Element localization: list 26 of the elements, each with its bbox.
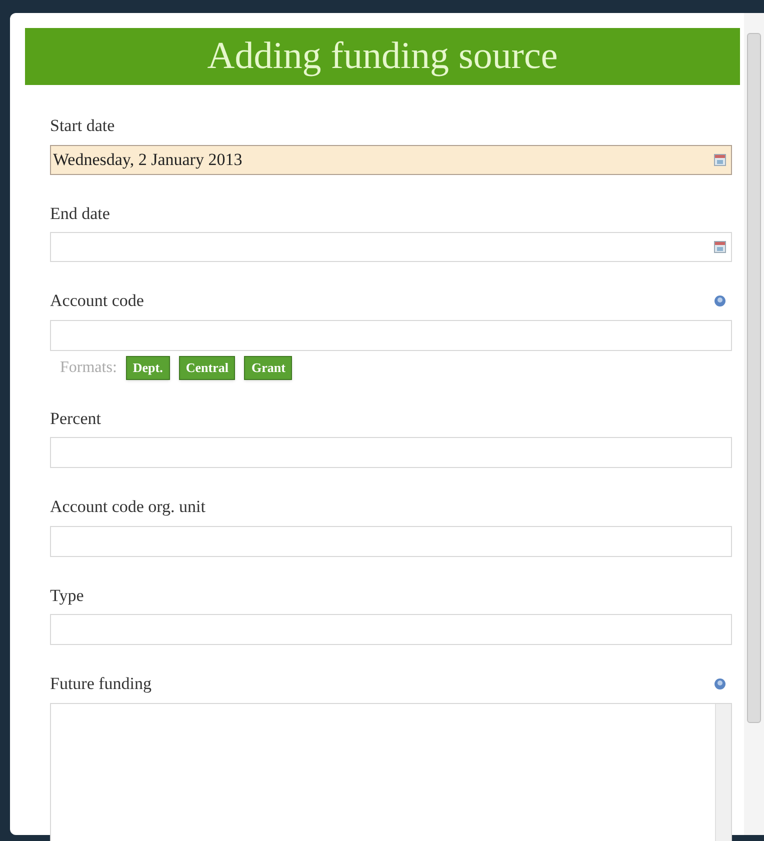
format-button[interactable]: Central bbox=[178, 356, 236, 380]
field-label: Account code org. unit bbox=[50, 496, 206, 518]
field-label: Type bbox=[50, 584, 84, 607]
calendar-icon[interactable] bbox=[714, 241, 726, 253]
calendar-icon[interactable] bbox=[714, 154, 726, 166]
scrollbar-thumb[interactable] bbox=[747, 33, 761, 723]
scrollbar[interactable] bbox=[715, 704, 731, 841]
date-field[interactable] bbox=[50, 232, 732, 262]
field-label: Percent bbox=[50, 408, 101, 430]
text-field[interactable] bbox=[50, 437, 732, 468]
format-button[interactable]: Grant bbox=[244, 356, 292, 380]
scrollbar[interactable] bbox=[744, 13, 764, 835]
text-field[interactable] bbox=[50, 320, 732, 350]
field-label: Future funding bbox=[50, 673, 152, 695]
dialog-title: Adding funding source bbox=[207, 34, 558, 79]
field-label: Start date bbox=[50, 115, 115, 137]
text-area[interactable] bbox=[50, 702, 732, 841]
field-label: End date bbox=[50, 202, 110, 224]
help-icon[interactable] bbox=[714, 678, 726, 690]
formats-label: Formats: bbox=[60, 358, 117, 378]
date-field[interactable]: Wednesday, 2 January 2013 bbox=[50, 144, 732, 174]
text-field[interactable] bbox=[50, 614, 732, 645]
text-field[interactable] bbox=[50, 526, 732, 556]
help-icon[interactable] bbox=[714, 294, 726, 307]
field-label: Account code bbox=[50, 290, 144, 312]
format-button[interactable]: Dept. bbox=[126, 356, 170, 380]
